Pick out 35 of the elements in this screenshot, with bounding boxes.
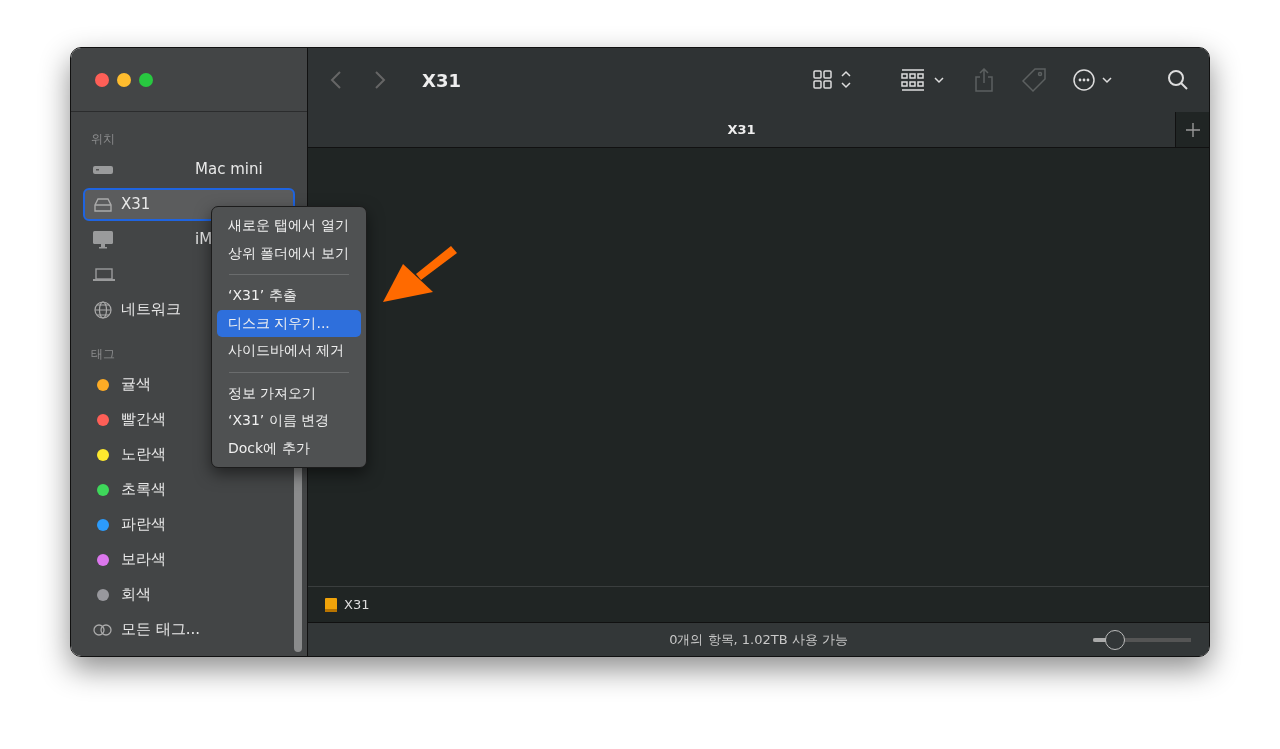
forward-icon[interactable] — [372, 70, 388, 90]
menu-item[interactable]: 상위 폴더에서 보기 — [217, 239, 361, 267]
all-tags-icon — [93, 622, 113, 637]
sidebar-item[interactable]: 회색 — [83, 578, 295, 611]
menu-item[interactable]: ‘X31’ 이름 변경 — [217, 407, 361, 435]
monitor-icon — [93, 230, 113, 249]
menu-item[interactable]: 디스크 지우기... — [217, 309, 361, 337]
menu-item[interactable]: ‘X31’ 추출 — [217, 282, 361, 310]
section-header: 위치 — [91, 131, 115, 148]
group-icon[interactable] — [901, 69, 947, 91]
back-icon[interactable] — [328, 70, 344, 90]
section-header: 태그 — [91, 346, 115, 363]
sidebar-item[interactable]: Mac mini — [83, 153, 295, 186]
sidebar-item[interactable]: 파란색 — [83, 508, 295, 541]
path-label[interactable]: X31 — [344, 594, 370, 615]
sidebar-item[interactable]: 보라색 — [83, 543, 295, 576]
menu-item[interactable]: 정보 가져오기 — [217, 379, 361, 407]
menu-item[interactable]: Dock에 추가 — [217, 434, 361, 462]
close-button[interactable] — [95, 72, 109, 87]
search-icon[interactable] — [1167, 69, 1189, 91]
minimize-button[interactable] — [117, 72, 131, 87]
more-icon[interactable] — [1073, 68, 1115, 92]
menu-item[interactable]: 사이드바에서 제거 — [217, 337, 361, 365]
drive-icon — [324, 596, 338, 613]
zoom-button[interactable] — [139, 72, 153, 87]
mac-mini-icon — [93, 164, 113, 175]
sidebar-item[interactable]: 모든 태그... — [83, 613, 295, 646]
status-text: 0개의 항목, 1.02TB 사용 가능 — [668, 630, 849, 649]
slider-thumb[interactable] — [1104, 629, 1125, 650]
sidebar-item[interactable]: 초록색 — [83, 473, 295, 506]
window-title: X31 — [422, 68, 461, 93]
globe-icon — [93, 299, 113, 320]
add-tab-icon[interactable] — [1185, 122, 1200, 137]
laptop-icon — [93, 267, 115, 282]
drive-icon — [93, 197, 113, 212]
